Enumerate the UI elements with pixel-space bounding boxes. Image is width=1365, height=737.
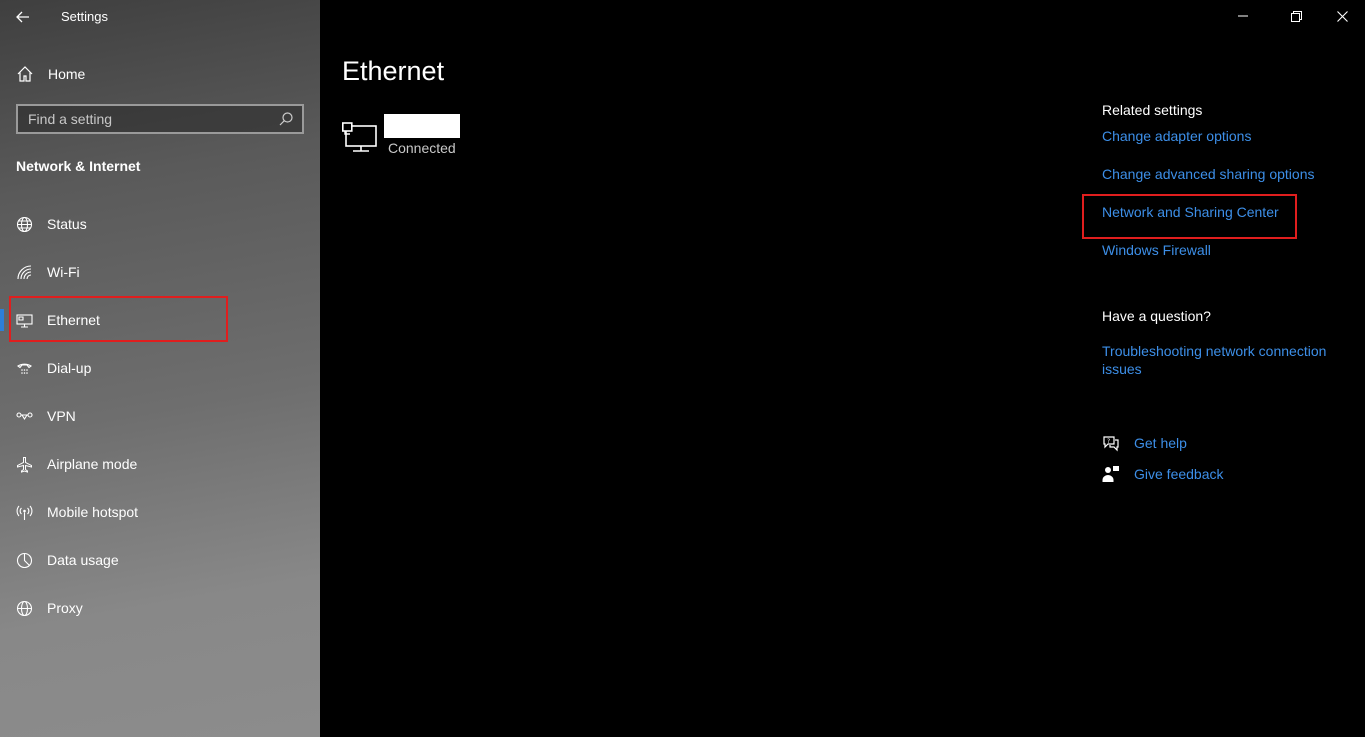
troubleshooting-link[interactable]: Troubleshooting network connection issue… (1102, 342, 1352, 378)
nav-item-data-usage[interactable]: Data usage (0, 536, 320, 584)
ethernet-connection[interactable]: Connected (342, 114, 460, 156)
nav-list: Status Wi-Fi Ethernet Dial-up VPN Airpla… (0, 200, 320, 632)
connection-status: Connected (388, 140, 456, 156)
nav-item-dialup[interactable]: Dial-up (0, 344, 320, 392)
home-icon (17, 66, 33, 82)
hotspot-icon (16, 505, 33, 520)
help-chat-icon: ? (1103, 436, 1119, 452)
nav-label-vpn: VPN (47, 408, 76, 424)
search-box[interactable] (16, 104, 304, 134)
nav-item-status[interactable]: Status (0, 200, 320, 248)
change-advanced-sharing-link[interactable]: Change advanced sharing options (1102, 166, 1362, 182)
airplane-icon (17, 456, 32, 473)
close-icon (1336, 10, 1348, 22)
windows-firewall-link[interactable]: Windows Firewall (1102, 242, 1362, 258)
nav-label-wifi: Wi-Fi (47, 264, 80, 280)
change-adapter-options-link[interactable]: Change adapter options (1102, 128, 1362, 144)
home-label: Home (48, 66, 86, 82)
section-title: Network & Internet (16, 158, 141, 174)
nav-item-vpn[interactable]: VPN (0, 392, 320, 440)
nav-item-airplane[interactable]: Airplane mode (0, 440, 320, 488)
feedback-person-icon (1102, 466, 1119, 482)
dialup-icon (17, 363, 32, 374)
home-nav-item[interactable]: Home (16, 62, 85, 86)
connection-name-redacted (384, 114, 460, 138)
give-feedback-link[interactable]: Give feedback (1134, 466, 1224, 482)
related-settings-heading: Related settings (1102, 102, 1203, 118)
restore-button[interactable] (1273, 0, 1319, 32)
network-pc-icon (342, 122, 377, 152)
vpn-icon (16, 411, 33, 420)
related-settings: Related settings Change adapter options … (1102, 102, 1362, 378)
nav-item-proxy[interactable]: Proxy (0, 584, 320, 632)
give-feedback-row[interactable]: Give feedback (1102, 465, 1224, 483)
question-heading: Have a question? (1102, 308, 1211, 324)
nav-label-status: Status (47, 216, 87, 232)
highlight-box-ethernet (9, 296, 228, 342)
minimize-button[interactable] (1220, 0, 1266, 32)
nav-item-wifi[interactable]: Wi-Fi (0, 248, 320, 296)
highlight-box-sharing-center (1082, 194, 1297, 239)
nav-label-airplane: Airplane mode (47, 456, 138, 472)
data-usage-icon (16, 552, 33, 568)
sidebar: Settings Home Network & Internet Status … (0, 0, 320, 737)
back-button[interactable] (10, 6, 36, 28)
nav-label-proxy: Proxy (47, 600, 83, 616)
main-content: Ethernet Connected Related settings Chan… (320, 0, 1365, 737)
restore-icon (1290, 10, 1302, 22)
get-help-row[interactable]: ? Get help (1102, 434, 1187, 452)
nav-label-data-usage: Data usage (47, 552, 119, 568)
nav-item-hotspot[interactable]: Mobile hotspot (0, 488, 320, 536)
get-help-link[interactable]: Get help (1134, 435, 1187, 451)
back-arrow-icon (16, 11, 29, 23)
minimize-icon (1238, 15, 1248, 17)
search-icon[interactable] (278, 111, 294, 127)
close-button[interactable] (1319, 0, 1365, 32)
search-input[interactable] (18, 111, 268, 127)
title-bar: Settings (0, 0, 320, 34)
wifi-icon (17, 264, 32, 279)
app-title: Settings (61, 9, 108, 24)
globe-icon (16, 216, 33, 232)
nav-label-hotspot: Mobile hotspot (47, 504, 139, 520)
nav-label-dialup: Dial-up (47, 360, 92, 376)
svg-text:?: ? (1107, 438, 1110, 445)
page-title: Ethernet (342, 56, 445, 86)
proxy-icon (16, 600, 33, 616)
